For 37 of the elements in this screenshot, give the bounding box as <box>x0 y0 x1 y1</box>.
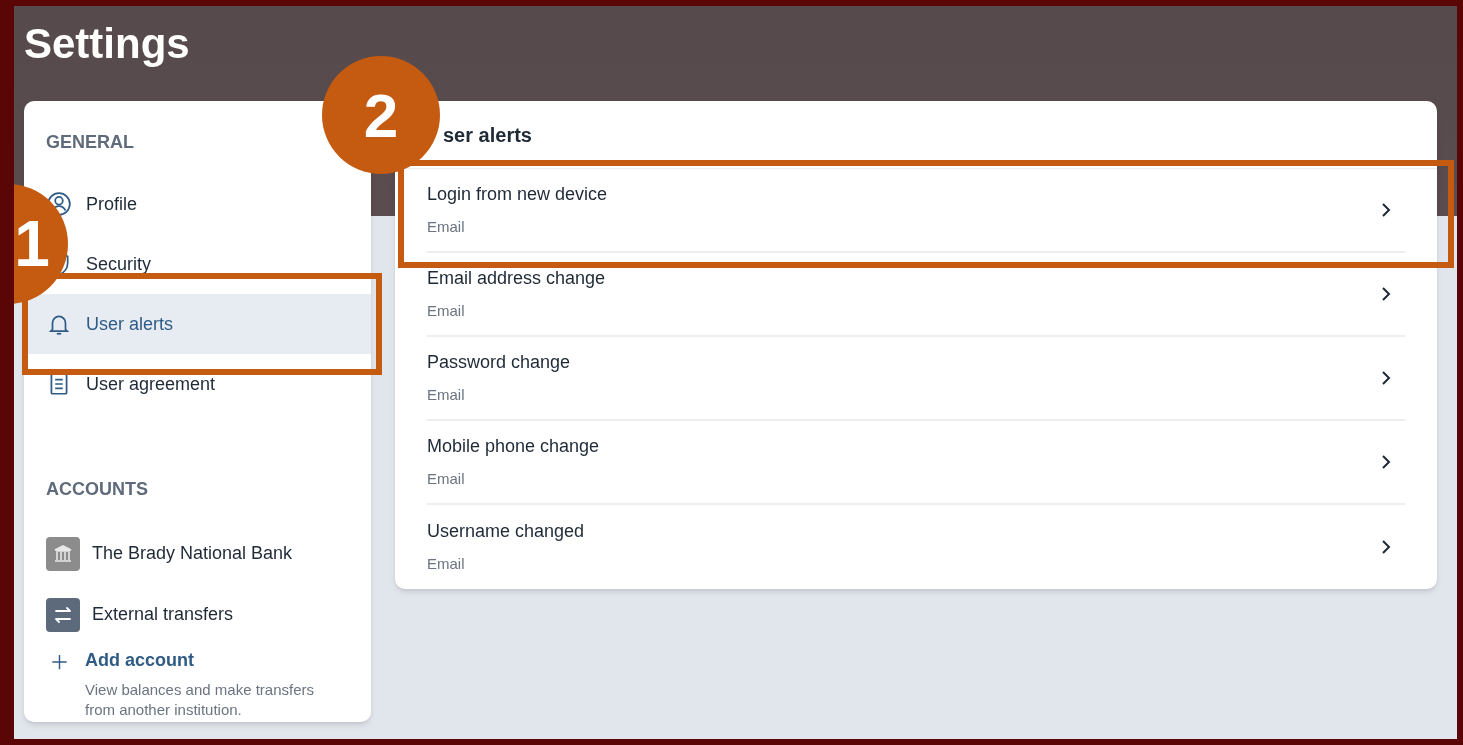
bank-icon <box>46 536 80 571</box>
nav-item[interactable]: Security <box>86 250 152 278</box>
chevron-right-icon <box>1379 454 1393 470</box>
chevron-right-icon <box>1379 202 1393 218</box>
account-item[interactable]: The Brady National Bank <box>24 523 371 584</box>
alert-title: Username changed <box>427 520 585 544</box>
nav-item[interactable]: Profile <box>86 190 138 218</box>
add-account-link[interactable]: Add account <box>85 647 194 674</box>
alert-row[interactable]: Email address change Email <box>427 253 1405 337</box>
alert-title: Password change <box>427 351 571 375</box>
alert-title: Login from new device <box>427 183 608 207</box>
alert-channel: Email <box>427 217 466 238</box>
transfer-arrows-icon <box>46 597 80 632</box>
chevron-right-icon <box>1379 286 1393 302</box>
card-title: ser alerts <box>443 122 532 148</box>
alert-channel: Email <box>427 554 466 575</box>
alert-row[interactable]: Password change Email <box>427 337 1405 421</box>
section-heading: ACCOUNTS <box>45 478 149 501</box>
nav-item[interactable]: User alerts <box>86 310 174 338</box>
alert-title: Email address change <box>427 267 606 291</box>
alert-title: Mobile phone change <box>427 435 600 459</box>
page-title: Settings <box>24 19 190 69</box>
chevron-right-icon <box>1379 370 1393 386</box>
step-number-badge: 2 <box>322 56 440 174</box>
chevron-right-icon <box>1379 539 1393 555</box>
alert-row[interactable]: Mobile phone change Email <box>427 421 1405 505</box>
account-item[interactable]: External transfers <box>24 584 371 645</box>
alert-row[interactable]: Username changed Email <box>427 505 1405 589</box>
alert-row[interactable]: Login from new device Email <box>427 169 1405 253</box>
alert-channel: Email <box>427 469 466 490</box>
alert-channel: Email <box>427 385 466 406</box>
account-label: External transfers <box>92 603 234 626</box>
add-account-description: View balances and make transfers from another institution. <box>85 680 315 720</box>
account-label: The Brady National Bank <box>92 542 293 565</box>
alert-channel: Email <box>427 301 466 322</box>
section-heading: GENERAL <box>45 131 135 154</box>
nav-item[interactable]: User agreement <box>86 370 216 398</box>
